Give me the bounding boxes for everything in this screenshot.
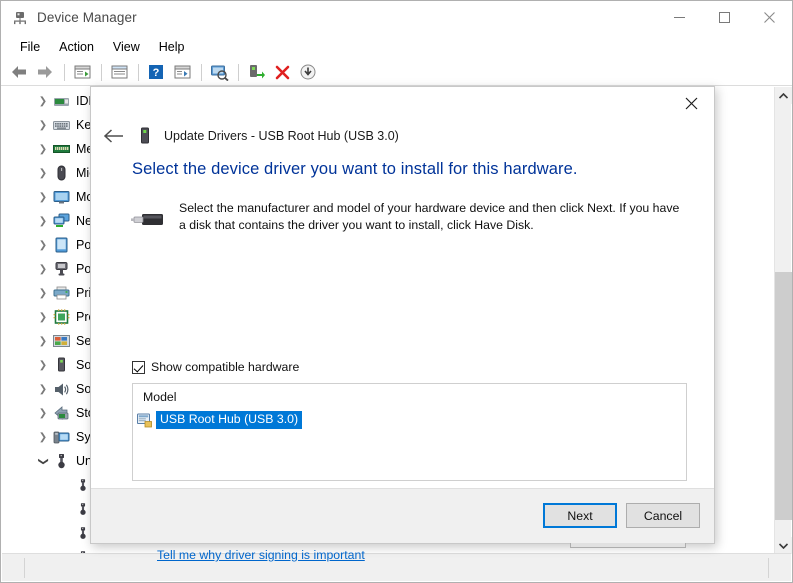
model-column-header: Model	[143, 390, 177, 404]
update-icon[interactable]	[296, 61, 320, 84]
dialog-body: Select the device driver you want to ins…	[91, 151, 714, 562]
scrollbar-thumb[interactable]	[775, 272, 792, 520]
chevron-right-icon[interactable]: ❯	[34, 264, 52, 275]
minimize-button[interactable]	[657, 1, 702, 34]
menu-item-action[interactable]: Action	[50, 37, 103, 57]
chevron-right-icon[interactable]: ❯	[34, 192, 52, 203]
driver-signing-link[interactable]: Tell me why driver signing is important	[157, 548, 365, 562]
menu-bar: File Action View Help	[1, 34, 792, 59]
uninstall-device-icon[interactable]	[270, 61, 294, 84]
ports-icon	[52, 261, 70, 278]
chevron-right-icon[interactable]: ❯	[34, 288, 52, 299]
processor-icon	[52, 309, 70, 326]
enable-device-icon[interactable]	[244, 61, 268, 84]
dialog-heading: Select the device driver you want to ins…	[132, 160, 578, 178]
software-device-icon	[52, 357, 70, 374]
sound-icon	[52, 381, 70, 398]
keyboard-icon	[52, 117, 70, 134]
toolbar: ?	[1, 59, 792, 86]
show-compatible-hardware-checkbox[interactable]: Show compatible hardware	[132, 360, 299, 374]
usb-controller-icon	[52, 453, 70, 470]
dialog-footer: Next Cancel	[91, 488, 714, 543]
update-driver-icon[interactable]	[170, 61, 194, 84]
menu-item-file[interactable]: File	[11, 37, 49, 57]
scan-hardware-changes-icon[interactable]	[207, 61, 231, 84]
model-list-item[interactable]: USB Root Hub (USB 3.0)	[137, 411, 303, 429]
properties-icon[interactable]	[70, 61, 94, 84]
chevron-right-icon[interactable]: ❯	[34, 336, 52, 347]
menu-item-view[interactable]: View	[104, 37, 149, 57]
chevron-right-icon[interactable]: ❯	[34, 120, 52, 131]
window-controls	[657, 1, 792, 34]
storage-controller-icon	[52, 405, 70, 422]
monitor-icon	[52, 189, 70, 206]
portable-device-icon	[52, 237, 70, 254]
menu-item-help[interactable]: Help	[150, 37, 194, 57]
chevron-right-icon[interactable]: ❯	[34, 408, 52, 419]
chevron-right-icon[interactable]: ❯	[34, 360, 52, 371]
dialog-header-title: Update Drivers - USB Root Hub (USB 3.0)	[164, 129, 399, 143]
status-divider-right	[768, 558, 769, 578]
chevron-right-icon[interactable]: ❯	[34, 384, 52, 395]
dialog-description: Select the manufacturer and model of you…	[179, 201, 680, 232]
model-list-box[interactable]: Model USB Root Hub (USB 3.0)	[132, 383, 687, 481]
toolbar-separator-3	[138, 63, 139, 81]
cancel-button[interactable]: Cancel	[626, 503, 700, 528]
forward-arrow-icon[interactable]	[33, 61, 57, 84]
chevron-right-icon[interactable]: ❯	[34, 96, 52, 107]
dialog-nav-row: Update Drivers - USB Root Hub (USB 3.0)	[91, 121, 714, 151]
model-list-item-label: USB Root Hub (USB 3.0)	[156, 411, 303, 429]
status-bar	[2, 553, 791, 581]
chevron-right-icon[interactable]: ❯	[34, 168, 52, 179]
chevron-right-icon[interactable]: ❯	[34, 216, 52, 227]
svg-text:?: ?	[153, 67, 160, 79]
vertical-scrollbar[interactable]	[774, 87, 792, 554]
system-device-icon	[52, 429, 70, 446]
printer-icon	[52, 285, 70, 302]
close-icon[interactable]	[668, 87, 714, 119]
back-arrow-icon[interactable]	[99, 123, 129, 149]
network-adapter-icon	[52, 213, 70, 230]
driver-file-icon	[137, 413, 153, 428]
checkbox-box[interactable]	[132, 360, 145, 374]
memory-icon	[52, 141, 70, 158]
chevron-right-icon[interactable]: ❯	[34, 432, 52, 443]
device-manager-window: Device Manager File Action View Help ? ❯…	[0, 0, 793, 583]
toolbar-separator-5	[238, 63, 239, 81]
scroll-up-arrow-icon[interactable]	[775, 87, 792, 104]
close-button[interactable]	[747, 1, 792, 34]
chevron-down-icon[interactable]: ❯	[38, 452, 49, 470]
window-titlebar: Device Manager	[1, 1, 792, 34]
scroll-down-arrow-icon[interactable]	[775, 537, 792, 554]
status-divider-left	[24, 558, 25, 578]
chevron-right-icon[interactable]: ❯	[34, 312, 52, 323]
chevron-right-icon[interactable]: ❯	[34, 240, 52, 251]
update-drivers-dialog: Update Drivers - USB Root Hub (USB 3.0) …	[90, 86, 715, 562]
checkbox-label: Show compatible hardware	[151, 360, 300, 374]
window-title: Device Manager	[37, 10, 137, 25]
toolbar-separator-1	[64, 63, 65, 81]
usb-root-hub-icon	[137, 127, 155, 145]
back-arrow-icon[interactable]	[7, 61, 31, 84]
chevron-right-icon[interactable]: ❯	[34, 144, 52, 155]
usb-plug-icon	[130, 207, 166, 235]
maximize-button[interactable]	[702, 1, 747, 34]
show-hidden-devices-icon[interactable]	[107, 61, 131, 84]
mouse-icon	[52, 165, 70, 182]
toolbar-separator-4	[201, 63, 202, 81]
help-icon[interactable]: ?	[144, 61, 168, 84]
sensors-icon	[52, 333, 70, 350]
device-manager-icon	[12, 10, 28, 26]
next-button[interactable]: Next	[543, 503, 617, 528]
toolbar-separator-2	[101, 63, 102, 81]
ide-controller-icon	[52, 93, 70, 110]
